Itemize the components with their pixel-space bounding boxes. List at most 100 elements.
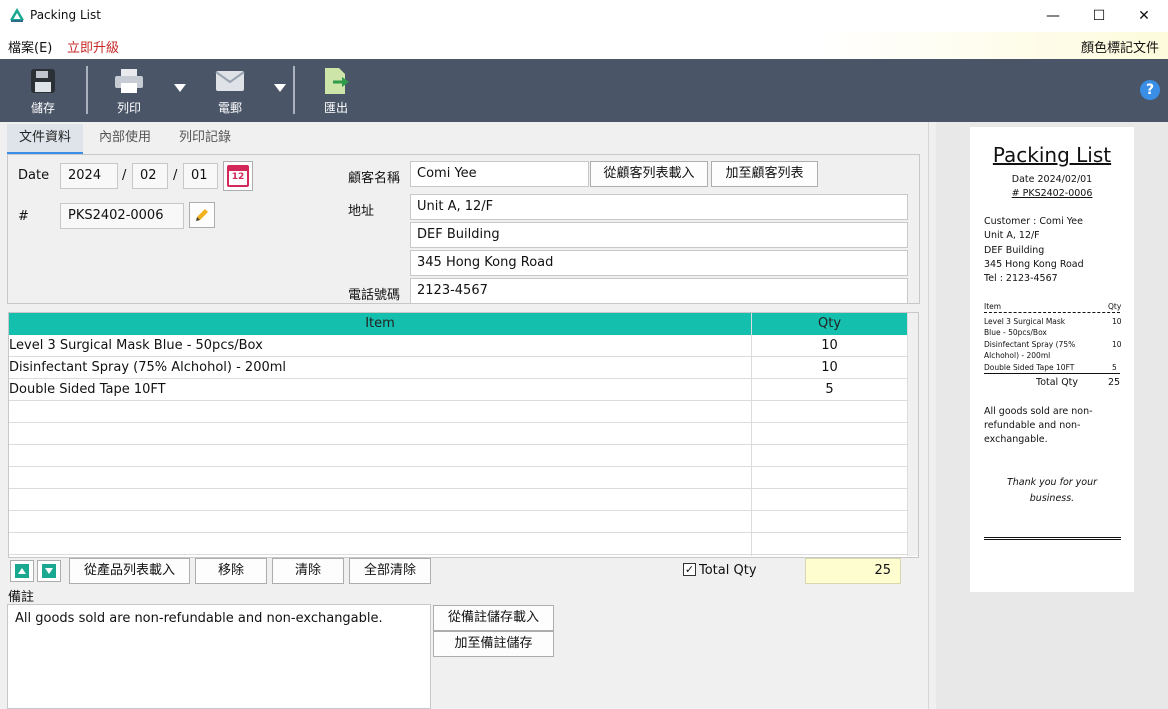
address-label: 地址 [348, 204, 375, 219]
phone-field[interactable]: 2123-4567 [410, 278, 908, 304]
qty-cell[interactable] [752, 533, 907, 555]
document-number-field[interactable]: PKS2402-0006 [60, 203, 184, 229]
scrollbar-vertical[interactable] [928, 122, 936, 709]
qty-cell[interactable]: 10 [752, 335, 907, 357]
toolbar-separator [293, 66, 295, 114]
print-button[interactable]: 列印 [104, 59, 154, 122]
preview-total-label: Total Qty [1036, 377, 1079, 388]
arrow-up-icon [15, 564, 29, 578]
email-dropdown-icon[interactable] [274, 84, 286, 92]
print-dropdown-icon[interactable] [174, 84, 186, 92]
qty-cell[interactable] [752, 467, 907, 489]
qty-cell[interactable] [752, 489, 907, 511]
year-field[interactable]: 2024 [60, 163, 118, 189]
customer-name-field[interactable]: Comi Yee [410, 161, 589, 187]
add-customer-button[interactable]: 加至顧客列表 [711, 161, 818, 187]
clear-item-button[interactable]: 清除 [272, 558, 344, 584]
qty-cell[interactable] [752, 511, 907, 533]
item-cell[interactable] [9, 511, 751, 533]
item-cell[interactable] [9, 533, 751, 555]
preview-thanks: Thank you for your [1006, 477, 1098, 488]
table-row[interactable] [9, 445, 907, 467]
preview-item-qty: 5 [1112, 363, 1117, 372]
preview-number: # PKS2402-0006 [1011, 188, 1093, 199]
table-row[interactable] [9, 511, 907, 533]
load-customer-button[interactable]: 從顧客列表載入 [590, 161, 708, 187]
month-field[interactable]: 02 [132, 163, 168, 189]
preview-note-line: refundable and non- [984, 420, 1081, 431]
qty-cell[interactable] [752, 445, 907, 467]
menu-color-tag[interactable]: 顏色標記文件 [1081, 37, 1159, 56]
item-cell[interactable] [9, 423, 751, 445]
table-row[interactable]: Level 3 Surgical Mask Blue - 50pcs/Box 10 [9, 335, 907, 357]
move-down-button[interactable] [37, 560, 61, 582]
save-notes-button[interactable]: 加至備註儲存 [433, 631, 554, 657]
menu-bar [0, 32, 1168, 59]
export-button[interactable]: 匯出 [311, 59, 361, 122]
day-field[interactable]: 01 [183, 163, 218, 189]
tab-document-info[interactable]: 文件資料 [7, 124, 84, 154]
preview-date: Date 2024/02/01 [1011, 174, 1093, 185]
menu-upgrade[interactable]: 立即升級 [67, 37, 119, 56]
menu-file[interactable]: 檔案(E) [8, 37, 52, 56]
table-row[interactable] [9, 423, 907, 445]
qty-cell[interactable] [752, 401, 907, 423]
toolbar-separator [86, 66, 88, 114]
help-icon[interactable]: ? [1140, 80, 1160, 100]
table-row[interactable] [9, 401, 907, 423]
tab-print-log[interactable]: 列印記錄 [167, 124, 243, 154]
edit-number-button[interactable] [189, 202, 215, 228]
customer-name-label: 顧客名稱 [348, 171, 401, 186]
preview-item-line: Double Sided Tape 10FT [984, 363, 1075, 372]
item-cell[interactable]: Disinfectant Spray (75% Alchohol) - 200m… [9, 357, 751, 379]
address-line1-field[interactable]: Unit A, 12/F [410, 194, 908, 220]
table-scrollbar[interactable] [907, 313, 918, 556]
print-preview-page: Packing List Date 2024/02/01 # PKS2402-0… [970, 127, 1134, 592]
minimize-button[interactable]: — [1030, 0, 1076, 32]
item-cell[interactable] [9, 489, 751, 511]
total-qty-label: Total Qty [699, 563, 757, 578]
qty-cell[interactable]: 5 [752, 379, 907, 401]
table-row[interactable] [9, 467, 907, 489]
move-up-button[interactable] [10, 560, 34, 582]
print-label: 列印 [116, 101, 141, 115]
table-row[interactable] [9, 533, 907, 555]
save-button[interactable]: 儲存 [18, 59, 68, 122]
column-header-qty[interactable]: Qty [752, 313, 907, 335]
item-cell[interactable] [9, 467, 751, 489]
qty-cell[interactable]: 10 [752, 357, 907, 379]
address-line3-field[interactable]: 345 Hong Kong Road [410, 250, 908, 276]
load-notes-button[interactable]: 從備註儲存載入 [433, 605, 554, 631]
preview-col-item: Item [984, 302, 1002, 311]
preview-thanks: business. [1029, 493, 1075, 504]
export-icon [316, 63, 356, 99]
maximize-button[interactable]: ☐ [1076, 0, 1122, 32]
item-cell[interactable] [9, 445, 751, 467]
load-product-button[interactable]: 從產品列表載入 [69, 558, 190, 584]
preview-divider [984, 312, 1120, 313]
calendar-button[interactable]: 12 [223, 161, 253, 191]
title-bar [0, 0, 1168, 32]
tab-internal-use[interactable]: 內部使用 [87, 124, 163, 154]
notes-textarea[interactable]: All goods sold are non-refundable and no… [7, 604, 431, 709]
preview-address1: Unit A, 12/F [984, 230, 1040, 241]
item-cell[interactable]: Double Sided Tape 10FT [9, 379, 751, 401]
table-row[interactable]: Double Sided Tape 10FT 5 [9, 379, 907, 401]
item-cell[interactable]: Level 3 Surgical Mask Blue - 50pcs/Box [9, 335, 751, 357]
close-button[interactable]: ✕ [1121, 0, 1167, 32]
maximize-icon: ☐ [1092, 8, 1106, 24]
column-header-item[interactable]: Item [9, 313, 751, 335]
table-row[interactable] [9, 489, 907, 511]
preview-title: Packing List [992, 143, 1112, 167]
remove-item-button[interactable]: 移除 [195, 558, 267, 584]
table-row[interactable]: Disinfectant Spray (75% Alchohol) - 200m… [9, 357, 907, 379]
total-qty-checkbox[interactable]: ✓ [683, 563, 696, 576]
item-cell[interactable] [9, 401, 751, 423]
email-button[interactable]: 電郵 [205, 59, 255, 122]
close-icon: ✕ [1138, 8, 1150, 24]
clear-all-button[interactable]: 全部清除 [349, 558, 431, 584]
preview-item-qty: 10 [1112, 317, 1122, 326]
address-line2-field[interactable]: DEF Building [410, 222, 908, 248]
qty-cell[interactable] [752, 423, 907, 445]
preview-col-qty: Qty [1108, 302, 1122, 311]
